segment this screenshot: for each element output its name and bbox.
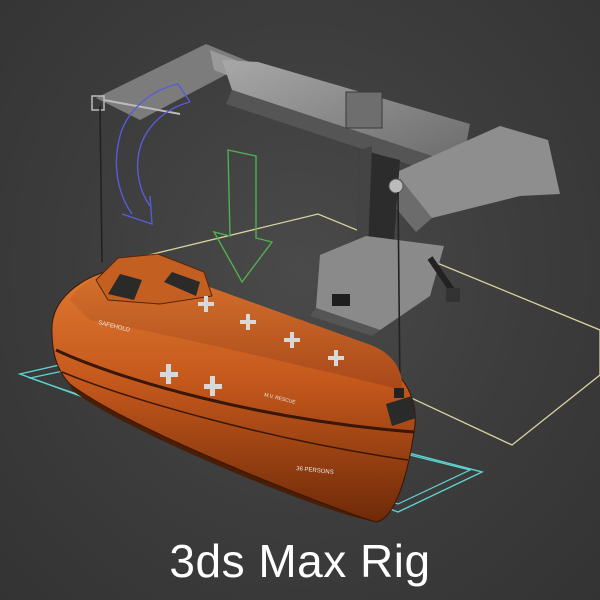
scene-canvas[interactable]: SAFEHOLD M.V. RESCUE 36 PERSONS	[0, 0, 600, 600]
right-cable[interactable]	[397, 191, 401, 393]
3d-viewport[interactable]: SAFEHOLD M.V. RESCUE 36 PERSONS 3ds Max …	[0, 0, 600, 600]
caption-title: 3ds Max Rig	[169, 535, 431, 587]
left-cable[interactable]	[99, 105, 103, 263]
move-arrow-icon[interactable]	[212, 149, 274, 284]
